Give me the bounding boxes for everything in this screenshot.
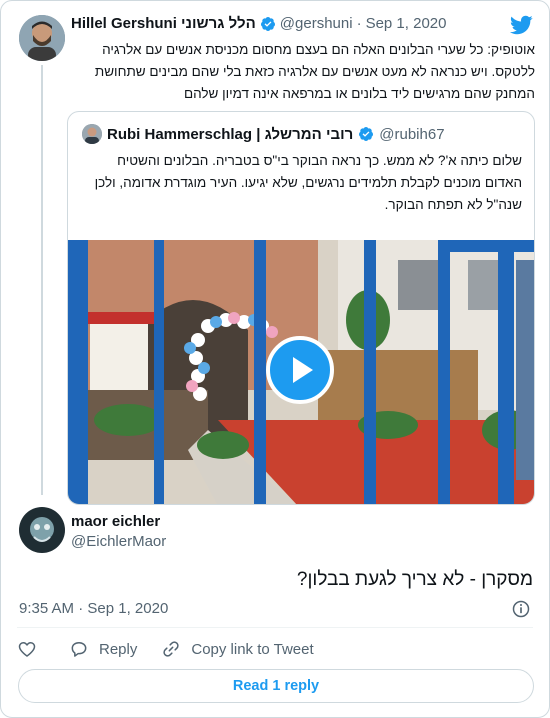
avatar-photo (19, 507, 65, 553)
info-icon[interactable] (511, 599, 531, 619)
heart-icon (18, 642, 36, 657)
parent-tweet-text: אוטופיק: כל שערי הבלונים האלה הם בעצם מח… (94, 42, 535, 101)
quoted-tweet-text: שלום כיתה א'? לא ממש. כך נראה הבוקר בי"ס… (94, 153, 522, 212)
reply-author-name[interactable]: maor eichler (71, 513, 160, 530)
reply-date: Sep 1, 2020 (87, 600, 169, 617)
reply-tweet-header: maor eichler (71, 513, 160, 530)
quoted-author-avatar (82, 124, 102, 144)
parent-author-name[interactable]: Hillel Gershuni הלל גרשוני (71, 15, 256, 32)
quoted-author-name: Rubi Hammerschlag | רובי המרשלג (107, 125, 354, 143)
read-replies-button[interactable]: Read 1 reply (18, 669, 534, 703)
like-button[interactable] (17, 639, 37, 659)
reply-tweet-text: מסקרן - לא צריך לגעת בבלון? (296, 569, 533, 590)
reply-timestamp[interactable]: 9:35 AM · Sep 1, 2020 (19, 600, 168, 617)
link-icon (163, 641, 180, 657)
play-button[interactable] (266, 336, 334, 404)
parent-author-avatar[interactable] (19, 15, 65, 61)
timestamp-separator: · (78, 600, 84, 617)
quoted-tweet-header: Rubi Hammerschlag | רובי המרשלג @rubih67 (82, 124, 445, 144)
avatar-photo (19, 15, 65, 61)
twitter-bird-icon[interactable] (509, 13, 533, 37)
copy-link-label: Copy link to Tweet (191, 640, 314, 658)
reply-icon (71, 642, 87, 657)
reply-label: Reply (99, 640, 138, 658)
quoted-tweet-card[interactable]: Rubi Hammerschlag | רובי המרשלג @rubih67… (67, 111, 535, 505)
verified-badge-icon (359, 127, 374, 141)
reply-author-handle[interactable]: @EichlerMaor (71, 533, 166, 550)
thread-connector-line (41, 65, 43, 495)
reply-author-avatar[interactable] (19, 507, 65, 553)
quoted-author-handle: @rubih67 (379, 125, 445, 143)
parent-author-handle[interactable]: @gershuni (280, 15, 353, 32)
reply-time: 9:35 AM (19, 600, 75, 617)
actions-divider (17, 627, 533, 628)
reply-button[interactable]: Reply (69, 639, 137, 659)
avatar-photo (82, 124, 102, 144)
verified-badge-icon (260, 16, 275, 31)
copy-link-button[interactable]: Copy link to Tweet (161, 639, 314, 659)
embedded-tweet-card: Hillel Gershuni הלל גרשוני @gershuni · S… (0, 0, 550, 718)
parent-tweet-date[interactable]: Sep 1, 2020 (366, 15, 447, 32)
parent-tweet-header: Hillel Gershuni הלל גרשוני @gershuni · S… (71, 15, 446, 32)
tweet-actions-bar: Reply Copy link to Tweet (17, 639, 338, 659)
video-thumbnail[interactable] (68, 240, 534, 504)
play-icon (293, 357, 313, 383)
header-separator: · (356, 15, 362, 32)
